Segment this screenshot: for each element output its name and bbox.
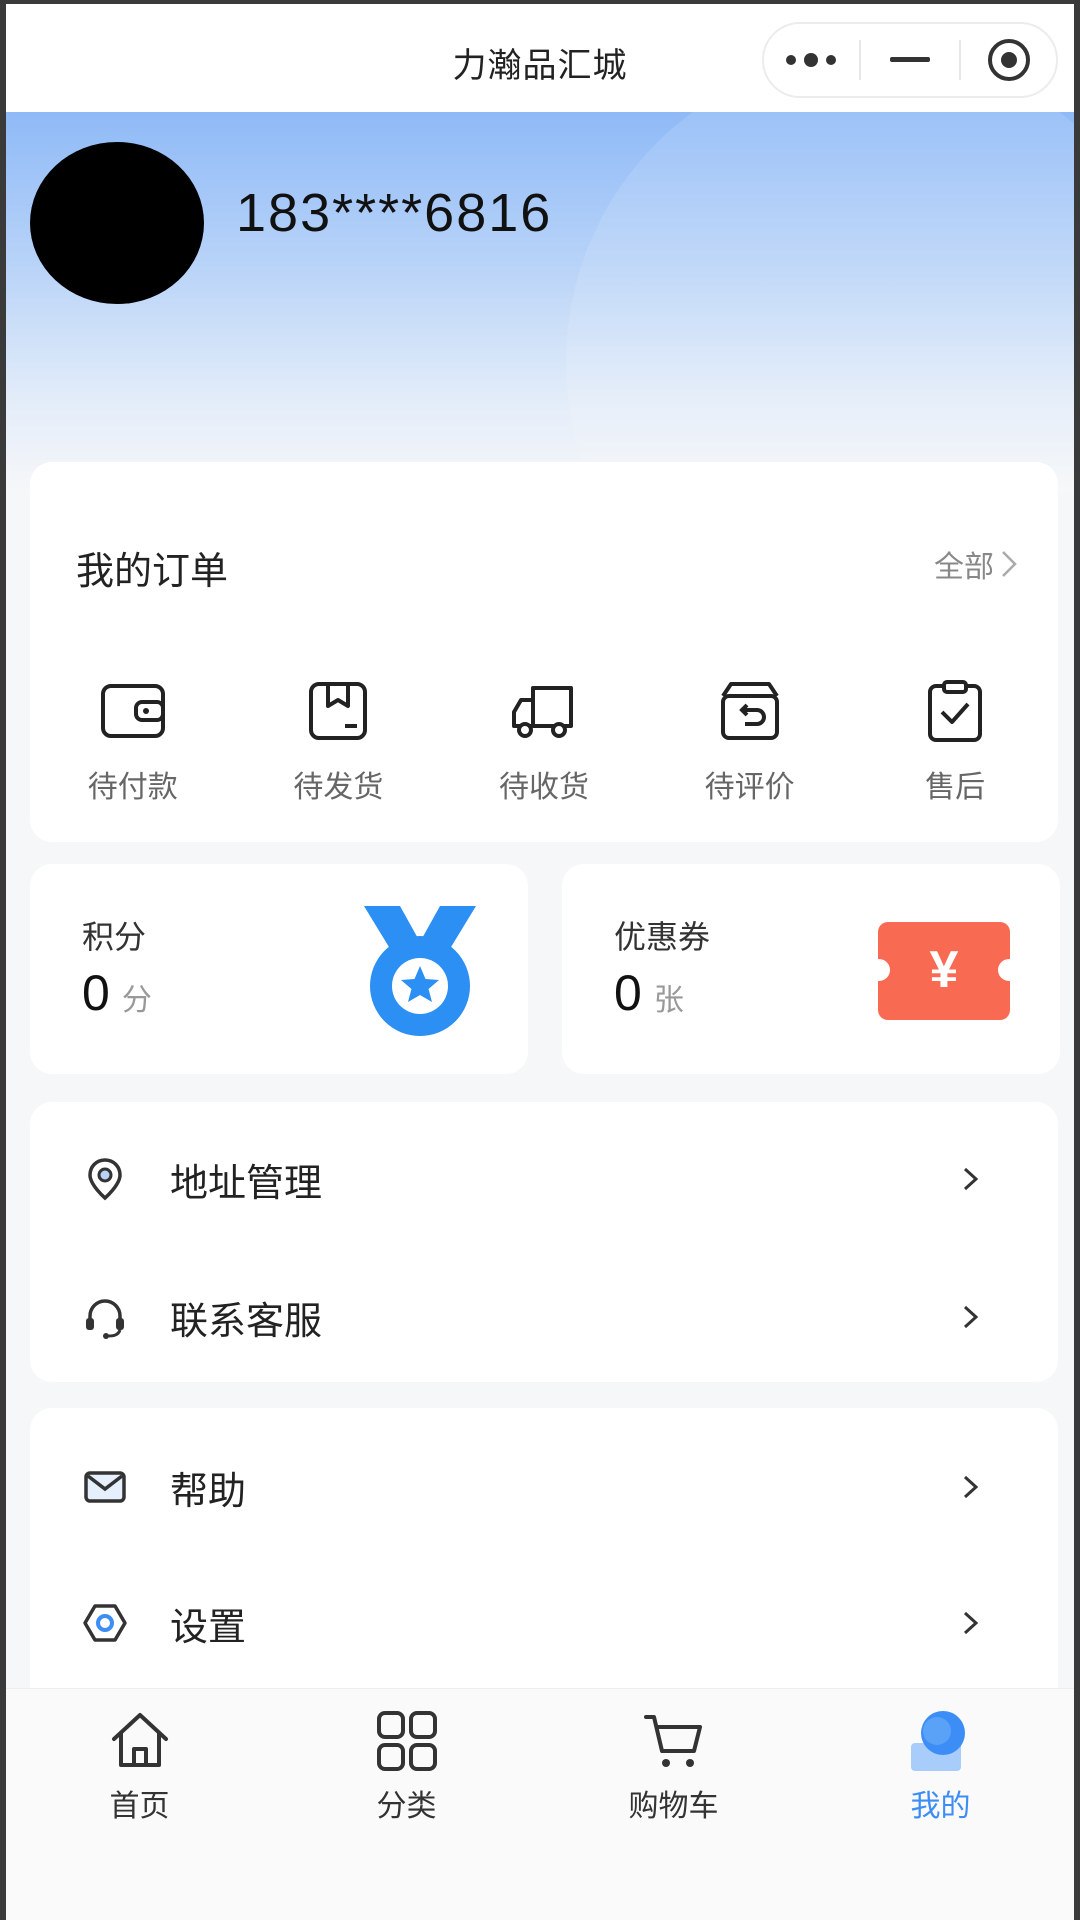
points-unit: 分 [121,983,152,1018]
tab-label: 首页 [109,1789,170,1824]
chevron-right-icon [963,1475,979,1499]
user-phone: 183****6816 [236,183,553,243]
more-button[interactable] [766,30,856,90]
order-status-label: 售后 [925,770,986,805]
profile-header: 183****6816 [6,112,1074,492]
order-status-label: 待收货 [498,770,589,805]
app-frame: 力瀚品汇城 183****6816 我的订单 全部 待付款 待发货 待收货 待评… [0,0,1080,1920]
menu-item-settings[interactable]: 设置 [30,1568,1058,1678]
tab-label: 我的 [910,1789,971,1824]
target-circle-icon [988,39,1031,81]
menu-item-label: 地址管理 [170,1160,323,1205]
coupon-symbol: ¥ [929,941,959,999]
minimize-button[interactable] [865,30,955,90]
profile-icon [910,1711,965,1771]
mail-icon [84,1471,126,1503]
chevron-right-icon [963,1167,979,1191]
order-status-after-sales[interactable]: 售后 [852,680,1058,806]
bottom-tab-bar: 首页 分类 购物车 我的 [6,1688,1074,1920]
order-status-pending-review[interactable]: 待评价 [647,680,853,806]
menu-item-label: 帮助 [170,1468,247,1513]
menu-group-1: 地址管理 联系客服 [30,1102,1058,1382]
close-mini-program-button[interactable] [964,30,1054,90]
coupons-unit: 张 [653,983,684,1018]
points-value-group: 0 分 [82,964,152,1022]
coupon-icon: ¥ [868,922,1020,1020]
menu-item-label: 设置 [170,1604,247,1649]
points-title: 积分 [82,918,147,956]
orders-card: 我的订单 全部 待付款 待发货 待收货 待评价 售后 [30,462,1058,842]
order-status-label: 待发货 [293,770,384,805]
tab-mine[interactable]: 我的 [807,1689,1074,1920]
order-status-label: 待付款 [87,770,178,805]
home-icon [111,1713,168,1767]
clipboard-check-icon [928,680,983,742]
order-status-pending-shipment[interactable]: 待发货 [236,680,442,806]
points-card[interactable]: 积分 0 分 [30,864,528,1074]
title-bar: 力瀚品汇城 [6,4,1074,112]
truck-icon [511,686,573,738]
more-dots-icon [785,53,836,67]
location-pin-icon [88,1158,122,1201]
medal-icon [364,906,476,1036]
grid-icon [376,1711,437,1771]
points-value: 0 [82,965,110,1021]
all-orders-label: 全部 [934,550,994,585]
menu-item-help[interactable]: 帮助 [30,1432,1058,1542]
menu-item-customer-service[interactable]: 联系客服 [30,1262,1058,1372]
mini-program-capsule [762,22,1058,98]
wallet-icon [100,684,165,738]
settings-hex-icon [83,1604,127,1642]
menu-group-2: 帮助 设置 [30,1408,1058,1718]
avatar[interactable] [30,142,204,304]
coupons-card[interactable]: 优惠券 0 张 ¥ [562,864,1060,1074]
capsule-divider [958,40,961,80]
all-orders-link[interactable]: 全部 [934,542,1018,586]
chevron-right-icon [963,1305,979,1329]
order-status-label: 待评价 [704,770,795,805]
menu-item-label: 联系客服 [170,1298,323,1343]
chevron-right-icon [1002,551,1017,577]
tab-cart[interactable]: 购物车 [540,1689,807,1920]
header-decoration [566,112,1074,492]
capsule-divider [859,40,862,80]
headset-icon [86,1299,124,1339]
orders-title: 我的订单 [76,549,229,593]
order-status-pending-payment[interactable]: 待付款 [30,680,236,806]
coupons-value: 0 [614,965,642,1021]
menu-item-address[interactable]: 地址管理 [30,1124,1058,1234]
minus-icon [889,57,930,62]
tab-label: 分类 [376,1789,437,1824]
tab-home[interactable]: 首页 [6,1689,273,1920]
coupons-title: 优惠券 [614,918,711,956]
tab-category[interactable]: 分类 [273,1689,540,1920]
order-status-pending-receipt[interactable]: 待收货 [441,680,647,806]
cart-icon [643,1715,702,1767]
package-icon [309,682,368,740]
coupons-value-group: 0 张 [614,964,684,1022]
tab-label: 购物车 [628,1789,719,1824]
chevron-right-icon [963,1611,979,1635]
order-status-list: 待付款 待发货 待收货 待评价 售后 [30,680,1058,806]
review-box-icon [720,682,779,740]
